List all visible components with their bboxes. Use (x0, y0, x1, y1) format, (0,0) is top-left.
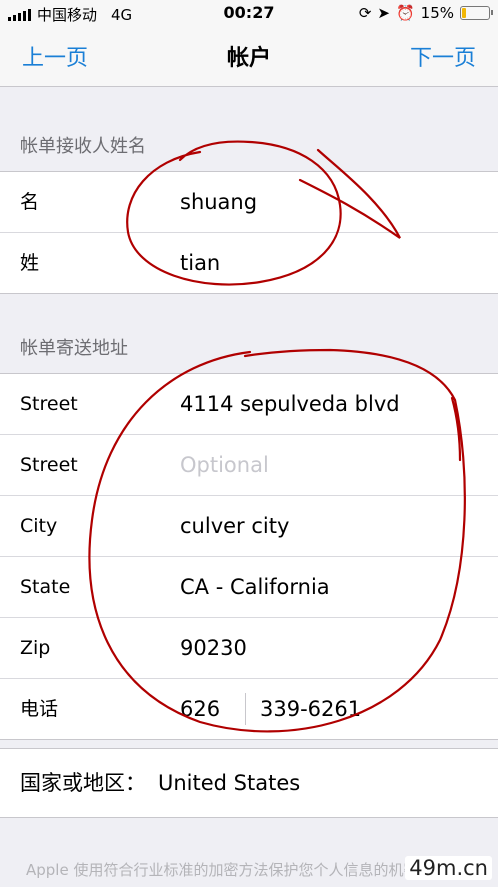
street2-label: Street (20, 454, 78, 476)
state-field[interactable]: CA - California (180, 557, 330, 617)
lock-rotation-icon: ⟳ (358, 4, 372, 22)
billing-name-header: 帐单接收人姓名 (20, 136, 146, 157)
state-row[interactable]: State CA - California (0, 557, 498, 618)
street-row[interactable]: Street 4114 sepulveda blvd (0, 374, 498, 435)
city-row[interactable]: City culver city (0, 496, 498, 557)
street2-field[interactable]: Optional (180, 435, 269, 495)
next-page-button[interactable]: 下一页 (410, 40, 476, 72)
phone-label: 电话 (20, 698, 59, 720)
first-name-label: 名 (20, 191, 40, 213)
zip-field[interactable]: 90230 (180, 618, 247, 678)
status-bar: 中国移动 4G 00:27 ⟳ ➤ ⏰ 15% (0, 0, 498, 26)
first-name-field[interactable]: shuang (180, 172, 257, 232)
zip-row[interactable]: Zip 90230 (0, 618, 498, 679)
state-label: State (20, 576, 71, 598)
billing-name-group: 名 shuang 姓 tian (0, 171, 498, 294)
phone-area-field[interactable]: 626 (180, 679, 220, 739)
last-name-label: 姓 (20, 252, 40, 274)
phone-row[interactable]: 电话 626 339-6261 (0, 679, 498, 739)
watermark: 49m.cn (405, 856, 492, 880)
first-name-row[interactable]: 名 shuang (0, 172, 498, 233)
alarm-icon: ⏰ (395, 4, 415, 22)
location-icon: ➤ (377, 4, 390, 22)
city-field[interactable]: culver city (180, 496, 289, 556)
street2-row[interactable]: Street Optional (0, 435, 498, 496)
street-label: Street (20, 393, 78, 415)
phone-number-field[interactable]: 339-6261 (260, 679, 361, 739)
last-name-field[interactable]: tian (180, 233, 220, 293)
status-right: ⟳ ➤ ⏰ 15% (358, 4, 493, 22)
billing-address-header: 帐单寄送地址 (20, 338, 128, 359)
phone-divider (245, 693, 246, 725)
zip-label: Zip (20, 637, 51, 659)
country-row[interactable]: 国家或地区： United States (0, 748, 498, 818)
street-field[interactable]: 4114 sepulveda blvd (180, 374, 400, 434)
billing-address-group: Street 4114 sepulveda blvd Street Option… (0, 373, 498, 740)
country-label: 国家或地区： (20, 771, 146, 795)
last-name-row[interactable]: 姓 tian (0, 233, 498, 293)
privacy-footer: Apple 使用符合行业标准的加密方法保护您个人信息的机密性。 (26, 861, 449, 879)
battery-percent: 15% (420, 4, 454, 22)
country-value[interactable]: United States (158, 749, 300, 817)
battery-icon (460, 6, 493, 20)
navigation-bar: 上一页 帐户 下一页 (0, 26, 498, 87)
city-label: City (20, 515, 58, 537)
